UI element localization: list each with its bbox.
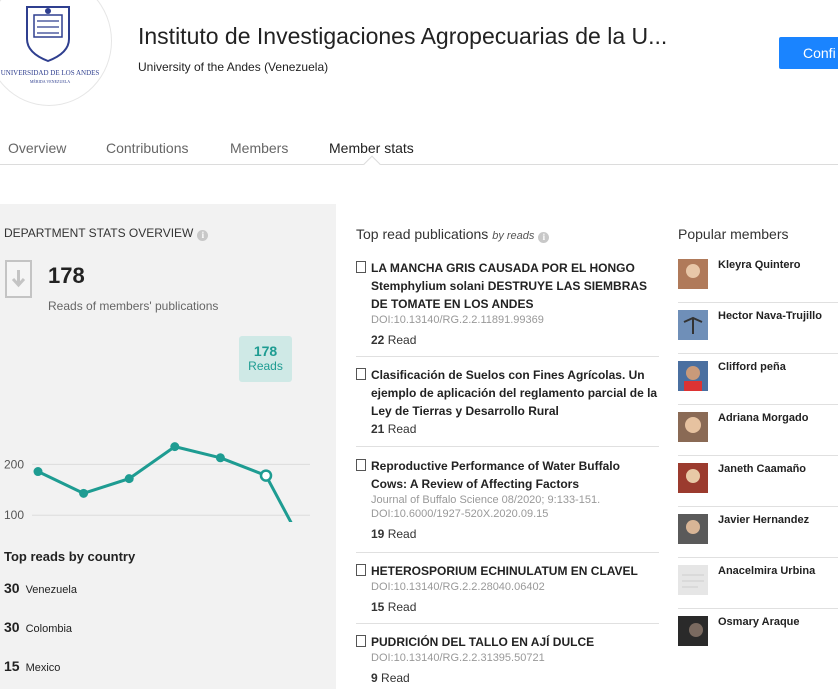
tooltip-label: Reads: [248, 359, 283, 373]
member-item[interactable]: Anacelmira Urbina: [678, 565, 838, 616]
divider: [356, 623, 659, 624]
data-point: [215, 453, 225, 463]
member-item[interactable]: Kleyra Quintero: [678, 259, 838, 310]
avatar[interactable]: [678, 361, 708, 391]
publication-meta: DOI:10.13140/RG.2.2.28040.06402: [371, 581, 545, 593]
reads-caption: Reads of members' publications: [48, 299, 219, 313]
avatar[interactable]: [678, 310, 708, 340]
divider: [678, 404, 838, 405]
member-name[interactable]: Javier Hernandez: [718, 514, 809, 526]
download-icon: [5, 260, 32, 298]
data-point: [124, 474, 134, 484]
publication-title[interactable]: PUDRICIÓN DEL TALLO EN AJÍ DULCE: [371, 633, 659, 651]
publication-item: LA MANCHA GRIS CAUSADA POR EL HONGO Stem…: [356, 259, 659, 349]
member-item[interactable]: Javier Hernandez: [678, 514, 838, 565]
member-item[interactable]: Clifford peña: [678, 361, 838, 412]
publication-item: Clasificación de Suelos con Fines Agríco…: [356, 366, 659, 438]
divider: [356, 552, 659, 553]
document-icon: [356, 368, 366, 380]
member-name[interactable]: Clifford peña: [718, 361, 786, 373]
publication-item: PUDRICIÓN DEL TALLO EN AJÍ DULCE DOI:10.…: [356, 633, 659, 687]
publication-title[interactable]: Reproductive Performance of Water Buffal…: [371, 457, 659, 493]
document-icon: [356, 635, 366, 647]
avatar[interactable]: [678, 616, 708, 646]
tabs-divider: [0, 164, 838, 165]
divider: [678, 455, 838, 456]
data-point: [33, 467, 43, 477]
info-icon[interactable]: i: [538, 232, 550, 243]
chart-tooltip: 178 Reads: [239, 336, 292, 382]
divider: [678, 557, 838, 558]
country-row: 15 Mexico: [4, 658, 61, 674]
confirm-button[interactable]: Confi: [779, 37, 838, 69]
tab-members[interactable]: Members: [230, 140, 288, 156]
svg-text:MÉRIDA VENEZUELA: MÉRIDA VENEZUELA: [30, 79, 70, 84]
series-line: [37, 445, 293, 522]
publications-heading: Top read publications by reads i: [356, 226, 550, 243]
divider: [678, 506, 838, 507]
institution-logo[interactable]: UNIVERSIDAD DE LOS ANDES MÉRIDA VENEZUEL…: [0, 0, 112, 106]
stats-panel-title: DEPARTMENT STATS OVERVIEW i: [4, 226, 209, 241]
publication-meta: Journal of Buffalo Science 08/2020; 9:13…: [371, 494, 601, 520]
member-item[interactable]: Osmary Araque: [678, 616, 838, 667]
department-stats-panel: DEPARTMENT STATS OVERVIEW i 178 Reads of …: [0, 204, 336, 689]
document-icon: [356, 459, 366, 471]
tab-contributions[interactable]: Contributions: [106, 140, 189, 156]
data-point-highlight: [259, 469, 273, 482]
institution-title: Instituto de Investigaciones Agropecuari…: [138, 23, 668, 49]
divider: [678, 353, 838, 354]
divider: [356, 356, 659, 357]
document-icon: [356, 261, 366, 273]
divider: [678, 608, 838, 609]
reads-total: 178: [48, 263, 85, 288]
country-row: 30 Colombia: [4, 619, 73, 635]
publication-reads: 15 Read: [371, 600, 417, 614]
publication-meta: DOI:10.13140/RG.2.2.11891.99369: [371, 314, 544, 326]
member-name[interactable]: Janeth Caamaño: [718, 463, 806, 475]
data-point: [170, 442, 180, 452]
member-name[interactable]: Adriana Morgado: [718, 412, 808, 424]
publication-title[interactable]: HETEROSPORIUM ECHINULATUM EN CLAVEL: [371, 562, 659, 580]
popular-members-heading: Popular members: [678, 226, 789, 242]
avatar[interactable]: [678, 412, 708, 442]
countries-heading: Top reads by country: [4, 549, 136, 564]
publication-reads: 9 Read: [371, 671, 410, 685]
member-item[interactable]: Hector Nava-Trujillo: [678, 310, 838, 361]
member-name[interactable]: Kleyra Quintero: [718, 259, 801, 271]
member-name[interactable]: Anacelmira Urbina: [718, 565, 815, 577]
member-item[interactable]: Janeth Caamaño: [678, 463, 838, 514]
publication-title[interactable]: Clasificación de Suelos con Fines Agríco…: [371, 366, 659, 420]
y-tick-label: 100: [4, 508, 24, 522]
publication-item: Reproductive Performance of Water Buffal…: [356, 457, 659, 543]
data-point: [79, 488, 89, 498]
publication-reads: 22 Read: [371, 333, 417, 347]
avatar[interactable]: [678, 514, 708, 544]
y-tick-label: 200: [4, 457, 24, 471]
svg-text:UNIVERSIDAD DE LOS ANDES: UNIVERSIDAD DE LOS ANDES: [1, 69, 100, 77]
publication-reads: 21 Read: [371, 422, 417, 436]
publication-reads: 19 Read: [371, 527, 417, 541]
country-row: 30 Venezuela: [4, 580, 77, 596]
avatar[interactable]: [678, 463, 708, 493]
divider: [356, 446, 659, 447]
institution-affiliation[interactable]: University of the Andes (Venezuela): [138, 60, 328, 74]
tab-bar: Overview Contributions Members Member st…: [0, 140, 838, 165]
member-name[interactable]: Osmary Araque: [718, 616, 800, 628]
avatar[interactable]: [678, 565, 708, 595]
tab-overview[interactable]: Overview: [8, 140, 66, 156]
divider: [678, 302, 838, 303]
publication-meta: DOI:10.13140/RG.2.2.31395.50721: [371, 652, 545, 664]
tab-member-stats[interactable]: Member stats: [329, 140, 414, 156]
info-icon[interactable]: i: [197, 230, 209, 241]
avatar[interactable]: [678, 259, 708, 289]
member-item[interactable]: Adriana Morgado: [678, 412, 838, 463]
member-name[interactable]: Hector Nava-Trujillo: [718, 310, 822, 322]
publication-item: HETEROSPORIUM ECHINULATUM EN CLAVEL DOI:…: [356, 562, 659, 616]
document-icon: [356, 564, 366, 576]
publication-title[interactable]: LA MANCHA GRIS CAUSADA POR EL HONGO Stem…: [371, 259, 659, 313]
tooltip-value: 178: [253, 343, 278, 359]
